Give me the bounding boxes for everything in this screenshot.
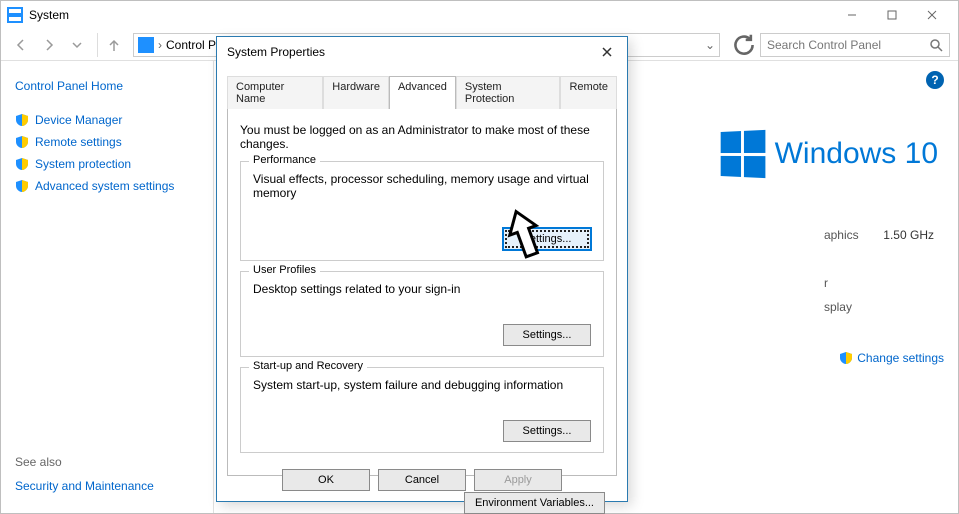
sidebar: Control Panel Home Device Manager Remote… [1,61,213,513]
chevron-right-icon: › [158,38,162,52]
sidebar-item-label: System protection [35,157,131,171]
sidebar-system-protection[interactable]: System protection [15,157,199,171]
windows-logo-icon [720,130,765,178]
startup-desc: System start-up, system failure and debu… [253,378,591,392]
sidebar-item-label: Remote settings [35,135,122,149]
windows-10-brand: Windows 10 [719,131,938,177]
see-also-heading: See also [15,455,62,469]
help-icon[interactable]: ? [926,71,944,89]
search-placeholder: Search Control Panel [767,38,881,52]
cancel-button[interactable]: Cancel [378,469,466,491]
system-specs: aphics 1.50 GHz r splay [824,223,934,319]
window-title: System [29,8,69,22]
tab-computer-name[interactable]: Computer Name [227,76,323,109]
shield-icon [15,113,29,127]
spec-graphics-label: aphics [824,223,880,247]
ok-button[interactable]: OK [282,469,370,491]
performance-group: Performance Visual effects, processor sc… [240,161,604,261]
windows-10-label: Windows 10 [775,137,938,171]
chevron-down-icon[interactable]: ⌄ [705,38,715,52]
change-settings-label: Change settings [857,351,944,365]
shield-icon [15,135,29,149]
system-icon [7,7,23,23]
dialog-tabs: Computer Name Hardware Advanced System P… [217,67,627,108]
user-profiles-settings-button[interactable]: Settings... [503,324,591,346]
apply-button[interactable]: Apply [474,469,562,491]
sidebar-device-manager[interactable]: Device Manager [15,113,199,127]
change-settings-link[interactable]: Change settings [839,351,944,365]
spec-display-label: splay [824,295,880,319]
tab-remote[interactable]: Remote [560,76,617,109]
user-profiles-desc: Desktop settings related to your sign-in [253,282,591,296]
sidebar-item-label: Advanced system settings [35,179,174,193]
window-buttons [832,3,952,27]
control-panel-home-link[interactable]: Control Panel Home [15,79,199,93]
recent-dropdown[interactable] [65,33,89,57]
up-button[interactable] [97,33,121,57]
refresh-button[interactable] [732,33,756,57]
startup-recovery-group: Start-up and Recovery System start-up, s… [240,367,604,453]
dialog-close-button[interactable] [597,42,617,62]
tab-hardware[interactable]: Hardware [323,76,389,109]
shield-icon [839,351,853,365]
user-profiles-group: User Profiles Desktop settings related t… [240,271,604,357]
shield-icon [15,179,29,193]
user-profiles-legend: User Profiles [249,264,320,276]
dialog-title: System Properties [227,45,597,59]
security-maintenance-link[interactable]: Security and Maintenance [15,479,154,493]
startup-legend: Start-up and Recovery [249,360,367,372]
forward-button[interactable] [37,33,61,57]
system-properties-dialog: System Properties Computer Name Hardware… [216,36,628,502]
tab-advanced[interactable]: Advanced [389,76,456,109]
back-button[interactable] [9,33,33,57]
close-button[interactable] [912,3,952,27]
performance-settings-button[interactable]: Settings... [503,228,591,250]
tab-panel-advanced: You must be logged on as an Administrato… [227,108,617,476]
sidebar-item-label: Device Manager [35,113,122,127]
shield-icon [15,157,29,171]
titlebar: System [1,1,958,29]
admin-required-text: You must be logged on as an Administrato… [240,123,604,151]
spec-processor-label: r [824,271,880,295]
spec-graphics-value: 1.50 GHz [883,228,934,242]
sidebar-advanced-system-settings[interactable]: Advanced system settings [15,179,199,193]
dialog-titlebar: System Properties [217,37,627,67]
dialog-button-row: OK Cancel Apply [217,469,627,491]
performance-desc: Visual effects, processor scheduling, me… [253,172,591,200]
tab-system-protection[interactable]: System Protection [456,76,561,109]
maximize-button[interactable] [872,3,912,27]
sidebar-remote-settings[interactable]: Remote settings [15,135,199,149]
startup-settings-button[interactable]: Settings... [503,420,591,442]
breadcrumb-icon [138,37,154,53]
search-icon [929,38,943,52]
environment-variables-button[interactable]: Environment Variables... [464,492,605,514]
performance-legend: Performance [249,154,320,166]
minimize-button[interactable] [832,3,872,27]
search-input[interactable]: Search Control Panel [760,33,950,57]
